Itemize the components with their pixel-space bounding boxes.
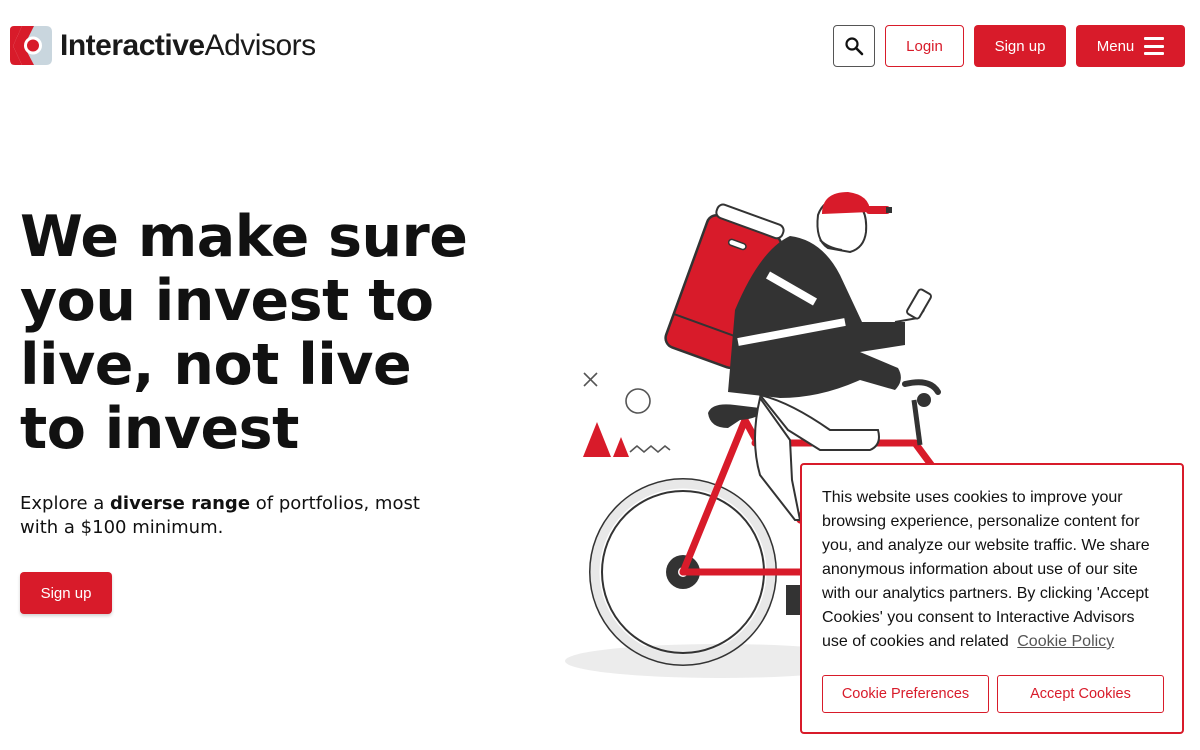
- cookie-message: This website uses cookies to improve you…: [822, 486, 1162, 654]
- menu-button[interactable]: Menu: [1076, 25, 1185, 67]
- decor-circle-icon: [625, 388, 651, 414]
- menu-label: Menu: [1096, 37, 1135, 55]
- cookie-policy-link[interactable]: Cookie Policy: [1017, 633, 1114, 650]
- decor-x-icon: [583, 372, 598, 387]
- signup-button-hero[interactable]: Sign up: [20, 572, 112, 614]
- hero-subtitle: Explore a diverse range of portfolios, m…: [20, 492, 420, 540]
- cookie-preferences-button[interactable]: Cookie Preferences: [822, 675, 989, 713]
- search-button[interactable]: [833, 25, 875, 67]
- login-button[interactable]: Login: [885, 25, 964, 67]
- hero-subtitle-bold: diverse range: [110, 493, 251, 514]
- cookie-banner: This website uses cookies to improve you…: [800, 463, 1184, 734]
- logo[interactable]: InteractiveAdvisors: [10, 24, 316, 67]
- signup-button-header[interactable]: Sign up: [974, 25, 1066, 67]
- accept-cookies-button[interactable]: Accept Cookies: [997, 675, 1164, 713]
- logo-text-regular: Advisors: [204, 28, 317, 62]
- site-header: InteractiveAdvisors Login Sign up Menu: [0, 0, 1200, 92]
- search-icon: [845, 37, 864, 56]
- hero-subtitle-pre: Explore a: [20, 493, 111, 514]
- logo-mark-icon: [10, 26, 52, 65]
- logo-wordmark: InteractiveAdvisors: [60, 29, 316, 63]
- cookie-message-text: This website uses cookies to improve you…: [822, 489, 1150, 650]
- hero-title: We make sure you invest to live, not liv…: [20, 204, 468, 462]
- hamburger-icon: [1144, 37, 1165, 55]
- logo-text-bold: Interactive: [60, 28, 205, 62]
- decor-triangle-icon: [583, 422, 611, 457]
